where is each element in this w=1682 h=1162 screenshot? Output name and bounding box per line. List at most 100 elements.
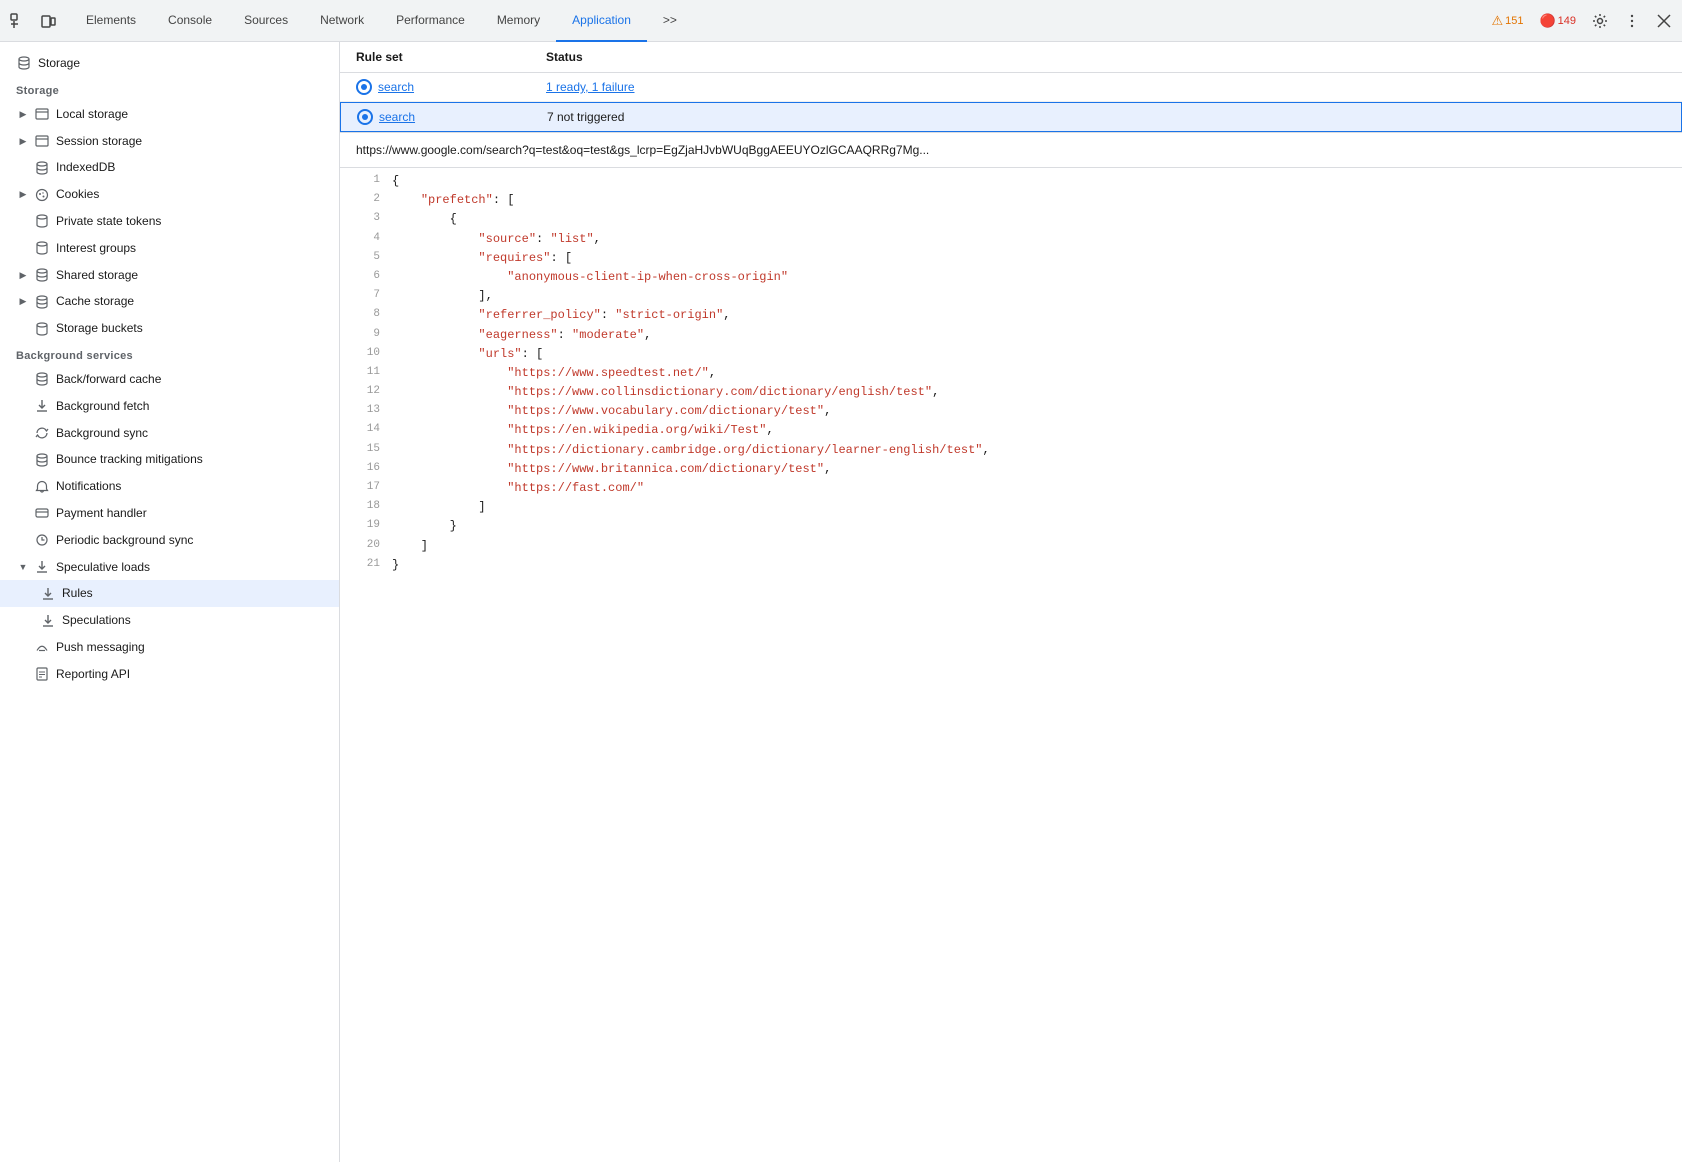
sidebar-item-reporting-api[interactable]: ▶ Reporting API [0,661,339,688]
background-fetch-label: Background fetch [56,398,149,415]
push-messaging-icon [34,639,50,655]
notifications-label: Notifications [56,478,121,495]
line-content: "https://www.collinsdictionary.com/dicti… [392,383,1674,402]
error-badge[interactable]: 🔴 149 [1533,11,1582,31]
line-content: "https://www.vocabulary.com/dictionary/t… [392,402,1674,421]
tab-elements[interactable]: Elements [70,0,152,42]
sidebar-item-notifications[interactable]: ▶ Notifications [0,473,339,500]
sidebar-item-cache-storage[interactable]: ▶ Cache storage [0,288,339,315]
shared-storage-icon [34,267,50,283]
rules-table-header: Rule set Status [340,42,1682,73]
code-line: 6 "anonymous-client-ip-when-cross-origin… [340,268,1682,287]
line-content: "requires": [ [392,249,1674,268]
device-icon[interactable] [34,7,62,35]
toolbar-icons [4,7,62,35]
line-number: 10 [348,345,380,363]
sidebar-item-bounce-tracking[interactable]: ▶ Bounce tracking mitigations [0,446,339,473]
settings-icon[interactable] [1586,7,1614,35]
line-content: "referrer_policy": "strict-origin", [392,306,1674,325]
main-layout: Storage Storage ▶ Local storage ▶ [0,42,1682,1162]
line-number: 1 [348,172,380,190]
code-line: 9 "eagerness": "moderate", [340,326,1682,345]
tab-overflow[interactable]: >> [647,0,693,42]
line-number: 8 [348,306,380,324]
local-storage-label: Local storage [56,106,128,123]
sidebar-item-local-storage[interactable]: ▶ Local storage [0,101,339,128]
local-storage-icon [34,106,50,122]
sidebar-item-back-forward-cache[interactable]: ▶ Back/forward cache [0,366,339,393]
sidebar-item-background-sync[interactable]: ▶ Background sync [0,420,339,447]
rules-icon [40,586,56,602]
rules-row-1[interactable]: search 1 ready, 1 failure [340,73,1682,102]
expand-arrow-cookies: ▶ [16,188,30,202]
code-line: 17 "https://fast.com/" [340,479,1682,498]
sidebar-item-indexeddb[interactable]: ▶ IndexedDB [0,154,339,181]
line-content: ], [392,287,1674,306]
code-line: 1{ [340,172,1682,191]
sidebar-item-payment-handler[interactable]: ▶ Payment handler [0,500,339,527]
sidebar-item-cookies[interactable]: ▶ Cookies [0,181,339,208]
tab-network[interactable]: Network [304,0,380,42]
sidebar-item-session-storage[interactable]: ▶ Session storage [0,128,339,155]
line-number: 15 [348,441,380,459]
status-link-1[interactable]: 1 ready, 1 failure [546,80,635,94]
code-line: 5 "requires": [ [340,249,1682,268]
line-number: 11 [348,364,380,382]
code-line: 10 "urls": [ [340,345,1682,364]
ruleset-link-2[interactable]: search [379,110,415,124]
database-icon [16,55,32,71]
warning-triangle-icon: ⚠ [1491,13,1503,29]
line-content: ] [392,537,1674,556]
indexeddb-icon [34,160,50,176]
line-number: 20 [348,537,380,555]
warning-badge[interactable]: ⚠ 151 [1485,11,1529,31]
private-state-tokens-label: Private state tokens [56,213,161,230]
tab-application[interactable]: Application [556,0,647,42]
cache-storage-icon [34,294,50,310]
line-content: ] [392,498,1674,517]
background-sync-icon [34,425,50,441]
close-icon[interactable] [1650,7,1678,35]
tab-bar-right: ⚠ 151 🔴 149 [1485,7,1678,35]
speculations-icon [40,613,56,629]
code-line: 19 } [340,517,1682,536]
tab-bar: Elements Console Sources Network Perform… [0,0,1682,42]
sidebar-item-interest-groups[interactable]: ▶ Interest groups [0,235,339,262]
right-panel: Rule set Status search 1 ready, 1 failur… [340,42,1682,1162]
background-sync-label: Background sync [56,425,148,442]
rules-table: Rule set Status search 1 ready, 1 failur… [340,42,1682,133]
tab-console[interactable]: Console [152,0,228,42]
sidebar-item-rules[interactable]: Rules [0,580,339,607]
sidebar-item-background-fetch[interactable]: ▶ Background fetch [0,393,339,420]
code-line: 11 "https://www.speedtest.net/", [340,364,1682,383]
sidebar-item-storage-buckets[interactable]: ▶ Storage buckets [0,315,339,342]
sidebar-item-private-state-tokens[interactable]: ▶ Private state tokens [0,208,339,235]
tab-memory[interactable]: Memory [481,0,556,42]
indexeddb-label: IndexedDB [56,159,115,176]
line-number: 9 [348,326,380,344]
line-number: 14 [348,421,380,439]
rules-row-2[interactable]: search 7 not triggered [340,102,1682,132]
line-number: 19 [348,517,380,535]
code-line: 21} [340,556,1682,575]
ruleset-link-1[interactable]: search [378,80,414,94]
more-icon[interactable] [1618,7,1646,35]
line-content: "prefetch": [ [392,191,1674,210]
sidebar-item-storage-top[interactable]: Storage [0,50,339,77]
sidebar-item-speculations[interactable]: Speculations [0,607,339,634]
tab-performance[interactable]: Performance [380,0,481,42]
periodic-bg-sync-icon [34,532,50,548]
code-line: 13 "https://www.vocabulary.com/dictionar… [340,402,1682,421]
sidebar-item-shared-storage[interactable]: ▶ Shared storage [0,262,339,289]
inspect-icon[interactable] [4,7,32,35]
code-panel[interactable]: 1{2 "prefetch": [3 {4 "source": "list",5… [340,168,1682,1162]
back-forward-cache-label: Back/forward cache [56,371,161,388]
code-line: 16 "https://www.britannica.com/dictionar… [340,460,1682,479]
line-content: "source": "list", [392,230,1674,249]
sidebar-item-periodic-bg-sync[interactable]: ▶ Periodic background sync [0,527,339,554]
sidebar-item-speculative-loads[interactable]: ▼ Speculative loads [0,554,339,581]
sidebar-item-push-messaging[interactable]: ▶ Push messaging [0,634,339,661]
tab-sources[interactable]: Sources [228,0,304,42]
bounce-tracking-label: Bounce tracking mitigations [56,451,203,468]
back-forward-cache-icon [34,371,50,387]
